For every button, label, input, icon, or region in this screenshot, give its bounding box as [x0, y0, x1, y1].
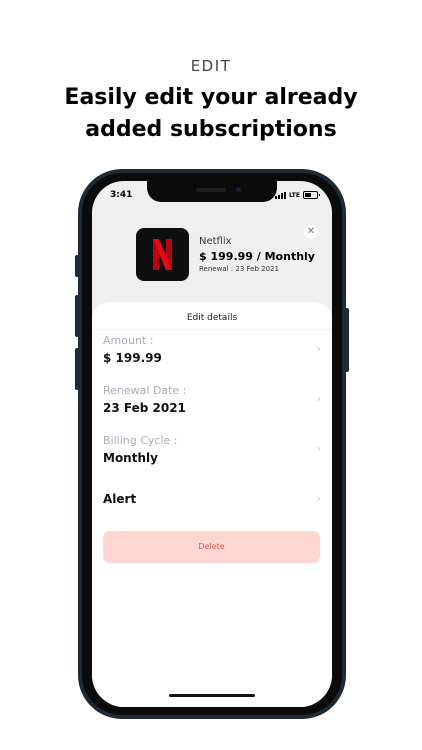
phone-volume-down	[75, 348, 79, 390]
billing-cycle-label: Billing Cycle :	[103, 434, 178, 447]
speaker-grille	[196, 188, 226, 192]
divider	[92, 329, 332, 330]
delete-button[interactable]: Delete	[103, 531, 320, 563]
amount-row[interactable]: Amount : $ 199.99 ›	[92, 334, 332, 378]
renewal-date-value: 23 Feb 2021	[103, 401, 186, 415]
phone-power-button	[345, 308, 349, 372]
amount-value: $ 199.99	[103, 351, 162, 365]
status-indicators: LTE	[274, 191, 320, 199]
notch	[147, 181, 277, 202]
subscription-renewal: Renewal : 23 Feb 2021	[199, 265, 279, 273]
chevron-right-icon: ›	[316, 492, 321, 505]
billing-cycle-row[interactable]: Billing Cycle : Monthly ›	[92, 434, 332, 478]
headline: Easily edit your already added subscript…	[0, 82, 422, 146]
chevron-right-icon: ›	[316, 442, 321, 455]
section-label: EDIT	[190, 57, 232, 75]
billing-cycle-value: Monthly	[103, 451, 158, 465]
chevron-right-icon: ›	[316, 342, 321, 355]
headline-line-1: Easily edit your already	[64, 85, 358, 110]
home-indicator	[169, 694, 255, 697]
front-camera	[236, 187, 241, 192]
network-label: LTE	[288, 191, 300, 199]
headline-line-2: added subscriptions	[85, 117, 337, 142]
alert-row[interactable]: Alert ›	[92, 484, 332, 514]
alert-label: Alert	[103, 492, 137, 506]
netflix-n-icon	[153, 239, 172, 270]
phone-screen: 3:41 LTE ✕ Netflix $ 199.99 / Monthly Re…	[92, 181, 332, 707]
subscription-name: Netflix	[199, 236, 232, 247]
phone-volume-up	[75, 295, 79, 337]
sheet-title: Edit details	[186, 313, 238, 323]
status-time: 3:41	[110, 190, 133, 200]
close-button[interactable]: ✕	[304, 225, 318, 239]
netflix-logo	[136, 228, 189, 281]
promo-page: EDIT Easily edit your already added subs…	[0, 0, 422, 750]
renewal-date-label: Renewal Date :	[103, 384, 187, 397]
renewal-date-row[interactable]: Renewal Date : 23 Feb 2021 ›	[92, 384, 332, 428]
signal-icon	[274, 191, 286, 199]
chevron-right-icon: ›	[316, 392, 321, 405]
subscription-price: $ 199.99 / Monthly	[199, 250, 315, 263]
phone-mute-switch	[75, 255, 79, 277]
amount-label: Amount :	[103, 334, 154, 347]
edit-details-sheet: Edit details Amount : $ 199.99 › Renewal…	[92, 302, 332, 707]
battery-icon	[303, 191, 320, 199]
